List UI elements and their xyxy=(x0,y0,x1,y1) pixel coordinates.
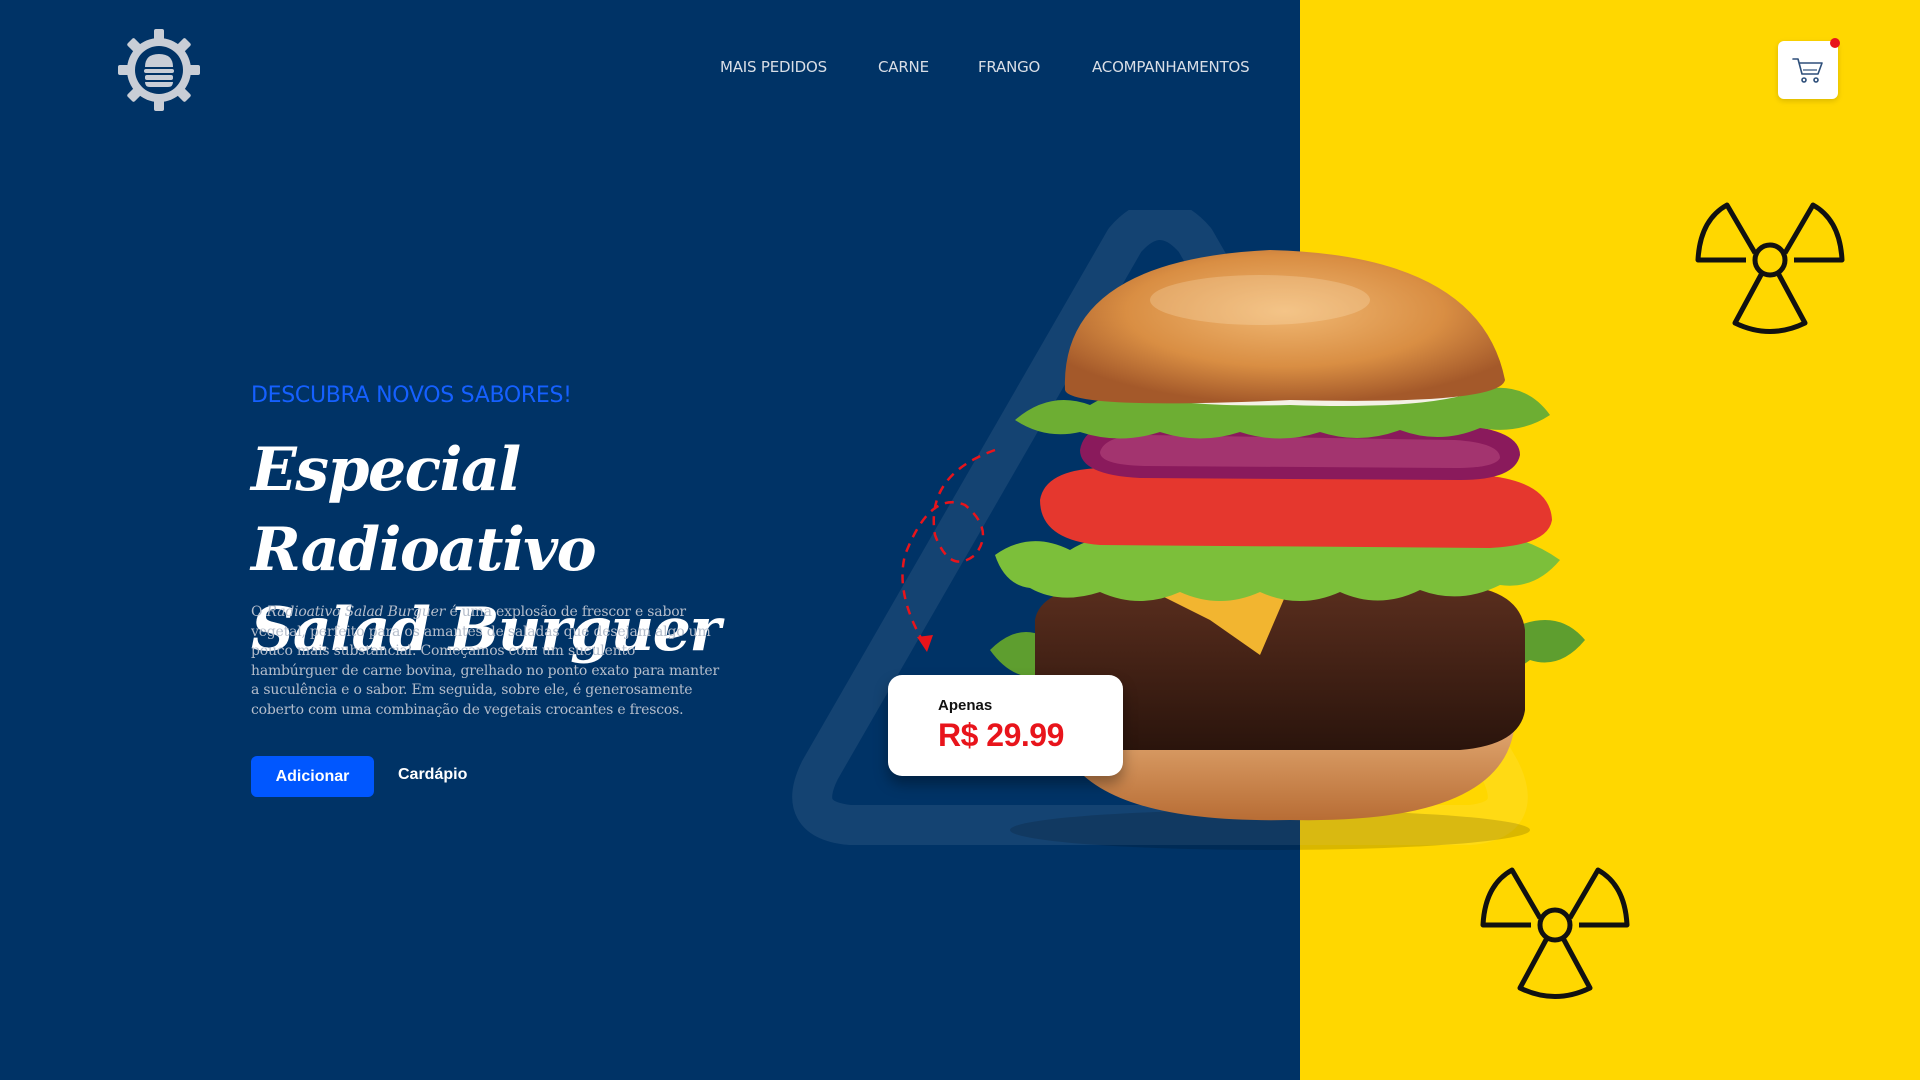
hero-description: O Radioativo Salad Burguer é uma explosã… xyxy=(251,603,721,720)
hero-eyebrow: DESCUBRA NOVOS SABORES! xyxy=(251,383,572,408)
add-to-cart-button[interactable]: Adicionar xyxy=(251,756,374,797)
cart-button[interactable] xyxy=(1778,38,1840,99)
price-label: Apenas xyxy=(938,697,993,714)
hero-title-line-1: Especial Radioativo xyxy=(251,435,597,585)
nav-link-carne[interactable]: CARNE xyxy=(878,58,929,76)
menu-button[interactable]: Cardápio xyxy=(398,766,467,784)
cart-notification-badge xyxy=(1830,38,1840,48)
desc-body: é uma explosão de frescor e sabor vegeta… xyxy=(251,604,719,718)
price-value: R$ 29.99 xyxy=(938,717,1064,753)
radioactive-icon xyxy=(1480,867,1630,999)
dashed-arrow-icon xyxy=(901,448,996,652)
desc-prefix: O xyxy=(251,604,267,620)
nav-link-mais-pedidos[interactable]: MAIS PEDIDOS xyxy=(720,58,827,76)
burger-gear-logo-icon[interactable] xyxy=(118,29,200,111)
shopping-cart-icon xyxy=(1792,58,1823,83)
nav-link-acompanhamentos[interactable]: ACOMPANHAMENTOS xyxy=(1092,58,1250,76)
nav-link-frango[interactable]: FRANGO xyxy=(978,58,1040,76)
price-card: Apenas R$ 29.99 xyxy=(888,675,1123,776)
desc-product-name: Radioativo Salad Burguer xyxy=(266,604,446,620)
radioactive-icon xyxy=(1695,202,1845,334)
